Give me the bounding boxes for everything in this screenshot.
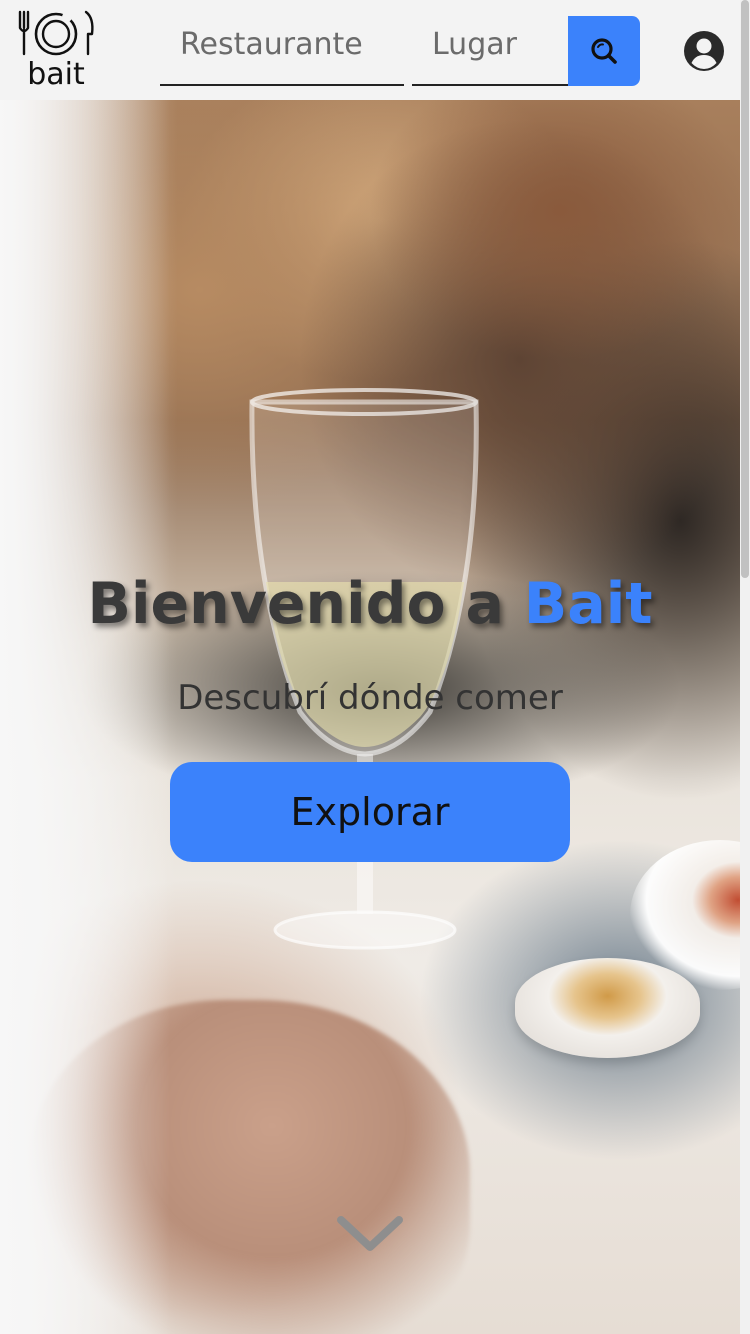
page-scrollbar[interactable] [740, 0, 750, 1334]
brand-logo[interactable]: bait [14, 8, 98, 92]
hero-subtitle: Descubrí dónde comer [177, 678, 563, 718]
search-button[interactable] [568, 16, 640, 86]
hero-photo-wine-glass [249, 388, 479, 950]
account-button[interactable] [683, 30, 725, 72]
hero-title: Bienvenido a Bait [0, 568, 740, 640]
fork-plate-knife-icon [18, 10, 94, 56]
user-circle-icon [684, 31, 724, 71]
top-navbar: bait [0, 0, 740, 100]
place-search-input[interactable] [412, 18, 568, 86]
explore-button[interactable]: Explorar [170, 762, 570, 862]
page: bait Restaurante Lugar Bienvenido a Bait… [0, 0, 750, 1334]
scrollbar-thumb[interactable] [741, 0, 749, 578]
logo-text: bait [27, 57, 85, 92]
hero-title-prefix: Bienvenido a [87, 571, 524, 637]
restaurant-search-input[interactable] [160, 18, 404, 86]
search-icon [591, 38, 617, 64]
hero-title-brand: Bait [523, 571, 653, 637]
chevron-down-icon[interactable] [336, 1212, 404, 1256]
hero-photo-bowl [515, 958, 700, 1058]
hero-section: Bienvenido a Bait Descubrí dónde comer E… [0, 100, 740, 1334]
